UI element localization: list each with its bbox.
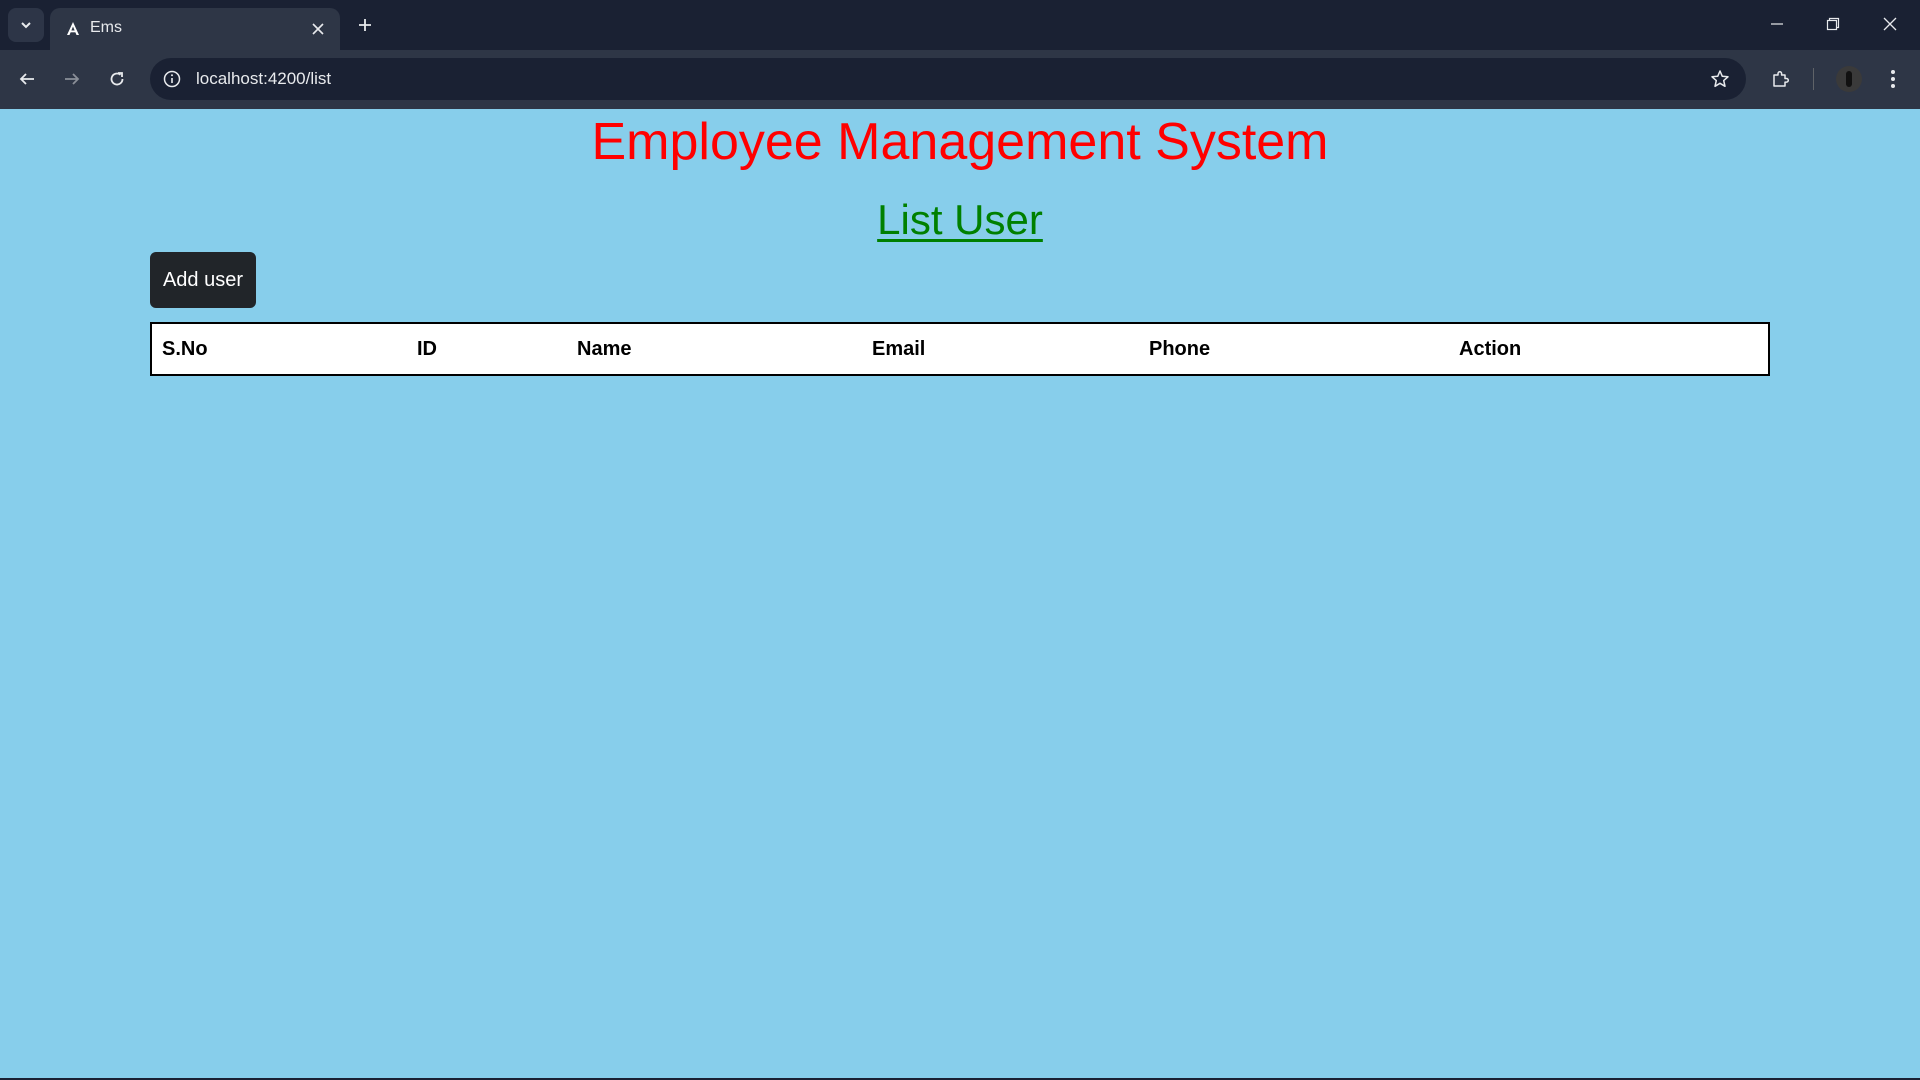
angular-icon (64, 20, 82, 38)
puzzle-icon (1773, 70, 1790, 87)
back-button[interactable] (10, 62, 44, 96)
column-header-action: Action (1459, 337, 1522, 360)
close-icon (312, 23, 324, 35)
arrow-left-icon (19, 73, 34, 85)
browser-toolbar: localhost:4200/list (0, 50, 1920, 109)
toolbar-divider (1813, 68, 1814, 90)
reload-button[interactable] (100, 62, 134, 96)
table-header: S.No ID Name Email Phone Action (151, 323, 1769, 375)
tab-title: Ems (90, 19, 122, 36)
url-text[interactable]: localhost:4200/list (196, 69, 331, 89)
column-header-phone: Phone (1149, 337, 1211, 360)
chevron-down-icon (21, 22, 31, 29)
tab-search-button[interactable] (8, 8, 44, 42)
close-icon (1883, 17, 1897, 31)
column-header-id: ID (417, 337, 437, 360)
kebab-menu-icon (1891, 70, 1895, 88)
reload-icon (110, 72, 124, 86)
list-user-link[interactable]: List User (877, 196, 1043, 243)
user-table: S.No ID Name Email Phone Action (150, 322, 1770, 376)
info-icon (163, 70, 181, 88)
column-header-sno: S.No (162, 337, 208, 360)
minimize-icon (1771, 23, 1783, 25)
restore-icon (1826, 17, 1840, 31)
table-header-row: S.No ID Name Email Phone Action (151, 323, 1769, 375)
restore-button[interactable] (1813, 8, 1853, 40)
address-bar[interactable]: localhost:4200/list (150, 58, 1746, 100)
browser-menu-button[interactable] (1876, 62, 1910, 96)
plus-icon (359, 19, 371, 31)
new-tab-button[interactable] (352, 12, 378, 38)
active-tab[interactable]: Ems (50, 8, 340, 50)
minimize-button[interactable] (1757, 8, 1797, 40)
column-header-name: Name (577, 337, 632, 360)
bookmark-button[interactable] (1708, 67, 1732, 91)
forward-button[interactable] (55, 62, 89, 96)
close-window-button[interactable] (1870, 8, 1910, 40)
column-header-email: Email (872, 337, 926, 360)
browser-chrome: Ems localhost:4200/list (0, 0, 1920, 109)
profile-avatar[interactable] (1836, 66, 1862, 92)
section-title: List User (0, 194, 1920, 256)
star-icon (1711, 70, 1729, 88)
arrow-right-icon (65, 73, 80, 85)
add-user-button[interactable]: Add user (150, 252, 256, 308)
tab-strip: Ems (0, 0, 1920, 50)
tab-close-button[interactable] (308, 19, 328, 39)
page-title: Employee Management System (591, 113, 1329, 171)
site-info-button[interactable] (160, 67, 184, 91)
extensions-button[interactable] (1764, 62, 1798, 96)
